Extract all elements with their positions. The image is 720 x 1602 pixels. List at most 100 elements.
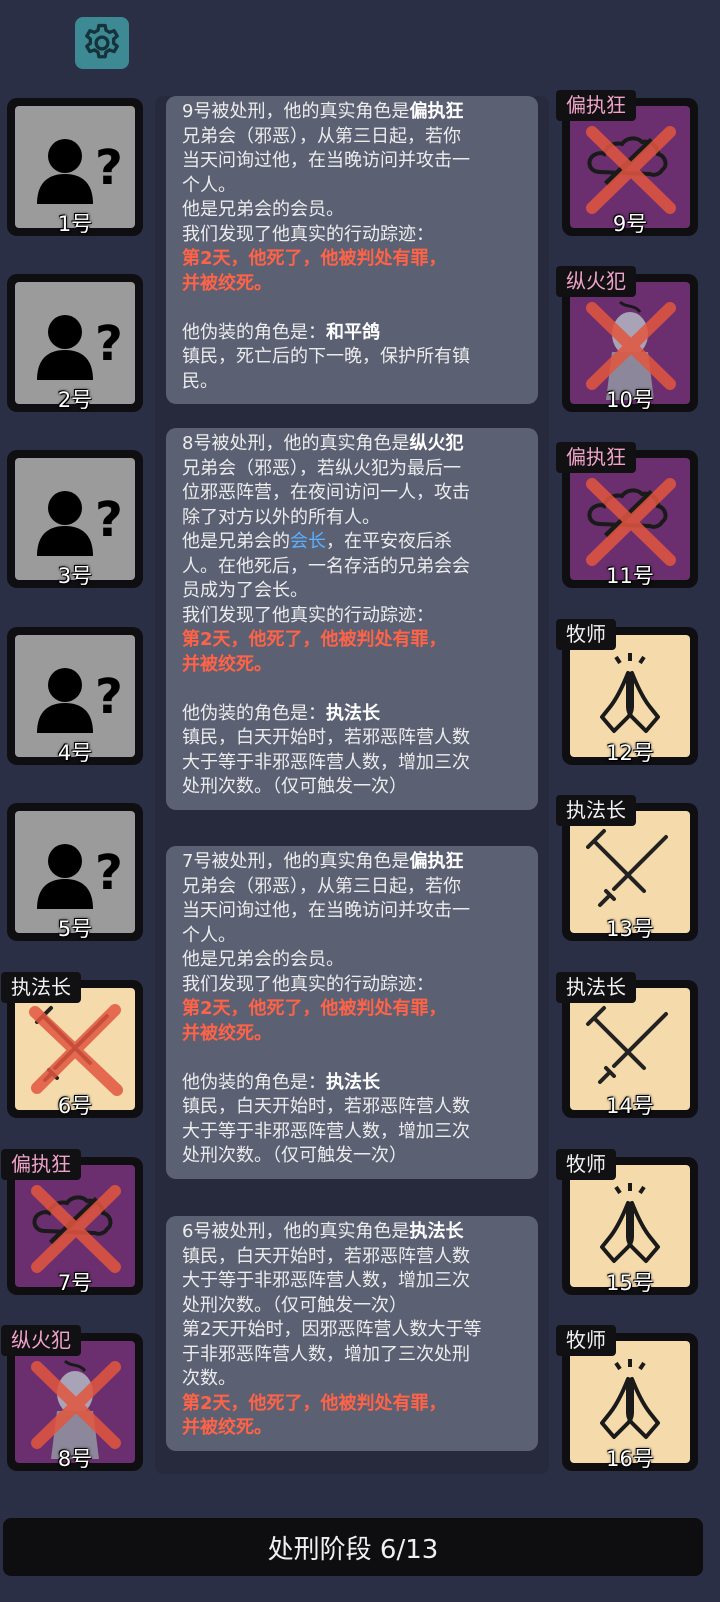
log-entry-9: 9号被处刑，他的真实角色是偏执狂 兄弟会（邪恶），从第三日起，若你 当天问询过他… <box>166 96 538 404</box>
log-text: 9号被处刑，他的真实角色是 <box>182 101 410 122</box>
log-text: 处刑次数。（仅可触发一次） <box>182 1145 407 1166</box>
player-number: 14号 <box>606 1094 654 1118</box>
player-number: 16号 <box>606 1447 654 1471</box>
log-text: 8号被处刑，他的真实角色是 <box>182 433 410 454</box>
player-slot-1[interactable]: ? 1号 <box>7 98 143 236</box>
role-tag: 执法长 <box>1 972 81 1003</box>
log-text: 他是兄弟会的 <box>182 531 290 552</box>
player-slot-3[interactable]: ? 3号 <box>7 450 143 588</box>
log-entry-8: 8号被处刑，他的真实角色是纵火犯 兄弟会（邪恶），若纵火犯为最后一 位邪恶阵营，… <box>166 428 538 810</box>
player-number: 5号 <box>57 917 93 941</box>
log-text: 处刑次数。（仅可触发一次） <box>182 1294 407 1316</box>
player-number: 12号 <box>606 741 654 765</box>
log-text: 他是兄弟会的会员。 <box>182 949 344 970</box>
player-slot-10[interactable]: 纵火犯 10号 <box>556 266 698 412</box>
log-text: ，在平安夜后杀 <box>326 531 452 552</box>
player-slot-13[interactable]: 执法长 13号 <box>556 795 698 941</box>
player-number: 1号 <box>57 212 93 236</box>
svg-text:?: ? <box>95 492 123 548</box>
player-slot-9[interactable]: 偏执狂 9号 <box>556 90 698 236</box>
log-text: 镇民，死亡后的下一晚，保护所有镇 <box>182 346 470 367</box>
log-entry-6: 6号被处刑，他的真实角色是执法长 镇民，白天开始时，若邪恶阵营人数 大于等于非邪… <box>166 1216 538 1451</box>
death-text: 并被绞死。 <box>182 272 272 294</box>
log-text: 7号被处刑，他的真实角色是 <box>182 851 410 872</box>
log-text: 大于等于非邪恶阵营人数，增加三次 <box>182 1120 470 1142</box>
log-text: 当天问询过他，在当晚访问并攻击一 <box>182 900 470 921</box>
log-text: 兄弟会（邪恶），从第三日起，若你 <box>182 875 461 897</box>
log-text: 镇民，白天开始时，若邪恶阵营人数 <box>182 1245 470 1267</box>
death-text: 第2天，他死了，他被判处有罪， <box>182 1392 447 1414</box>
settings-button[interactable] <box>75 17 129 69</box>
player-slot-2[interactable]: ? 2号 <box>7 274 143 412</box>
player-slot-15[interactable]: 牧师 15号 <box>556 1149 698 1295</box>
player-number: 10号 <box>606 388 654 412</box>
log-text: 他伪装的角色是： <box>182 321 326 343</box>
log-text: 我们发现了他真实的行动踪迹： <box>182 223 434 245</box>
log-text: 我们发现了他真实的行动踪迹： <box>182 604 434 626</box>
player-slot-12[interactable]: 牧师 12号 <box>556 619 698 765</box>
true-role: 偏执狂 <box>409 101 464 122</box>
log-text: 次数。 <box>182 1368 236 1389</box>
log-text: 个人。 <box>182 174 236 196</box>
log-text: 他伪装的角色是： <box>182 702 326 724</box>
log-text: 镇民，白天开始时，若邪恶阵营人数 <box>182 1096 470 1117</box>
player-slot-7[interactable]: 偏执狂 7号 <box>1 1149 143 1295</box>
true-role: 纵火犯 <box>409 433 464 454</box>
death-text: 并被绞死。 <box>182 1022 272 1044</box>
player-slot-11[interactable]: 偏执狂 11号 <box>556 442 698 588</box>
player-slot-8[interactable]: 纵火犯 8号 <box>1 1325 143 1471</box>
role-tag: 牧师 <box>556 619 616 650</box>
true-role: 偏执狂 <box>409 851 464 872</box>
log-text: 我们发现了他真实的行动踪迹： <box>182 973 434 995</box>
log-text: 处刑次数。（仅可触发一次） <box>182 776 407 797</box>
log-text: 大于等于非邪恶阵营人数，增加三次 <box>182 1270 470 1291</box>
leader-link[interactable]: 会长 <box>290 531 326 552</box>
svg-text:?: ? <box>95 140 123 196</box>
player-number: 4号 <box>57 741 93 765</box>
svg-text:?: ? <box>95 845 123 901</box>
log-text: 人。在他死后，一名存活的兄弟会会 <box>182 555 470 577</box>
role-tag: 执法长 <box>556 795 636 826</box>
player-number: 11号 <box>606 564 654 588</box>
disguise-role: 执法长 <box>326 1071 380 1093</box>
player-number: 9号 <box>612 212 648 236</box>
role-tag: 偏执狂 <box>556 90 636 121</box>
role-tag: 执法长 <box>556 972 636 1003</box>
gear-icon <box>85 23 119 59</box>
player-number: 7号 <box>57 1271 93 1295</box>
svg-text:?: ? <box>95 669 123 725</box>
player-slot-16[interactable]: 牧师 16号 <box>556 1325 698 1471</box>
death-text: 并被绞死。 <box>182 1417 272 1438</box>
log-text: 员成为了会长。 <box>182 580 308 601</box>
role-tag: 纵火犯 <box>1 1325 81 1356</box>
player-number: 3号 <box>57 564 93 588</box>
log-text: 大于等于非邪恶阵营人数，增加三次 <box>182 751 470 773</box>
role-tag: 牧师 <box>556 1149 616 1180</box>
log-text: 于非邪恶阵营人数，增加了三次处刑 <box>182 1343 470 1365</box>
log-text: 他是兄弟会的会员。 <box>182 199 344 220</box>
player-slot-14[interactable]: 执法长 14号 <box>556 972 698 1118</box>
log-text: 兄弟会（邪恶），若纵火犯为最后一 <box>182 457 461 479</box>
log-text: 民。 <box>182 370 218 392</box>
player-slot-6[interactable]: 执法长 6号 <box>1 972 143 1118</box>
role-tag: 偏执狂 <box>556 442 636 473</box>
true-role: 执法长 <box>409 1221 464 1242</box>
player-slot-4[interactable]: ? 4号 <box>7 627 143 765</box>
log-text: 第2天开始时，因邪恶阵营人数大于等 <box>182 1319 482 1340</box>
death-text: 第2天，他死了，他被判处有罪， <box>182 998 447 1019</box>
player-number: 2号 <box>57 388 93 412</box>
player-number: 6号 <box>57 1094 93 1118</box>
death-text: 第2天，他死了，他被判处有罪， <box>182 629 447 650</box>
player-number: 8号 <box>57 1447 93 1471</box>
log-entry-7: 7号被处刑，他的真实角色是偏执狂 兄弟会（邪恶），从第三日起，若你 当天问询过他… <box>166 846 538 1179</box>
phase-label: 处刑阶段 6/13 <box>267 1534 439 1565</box>
death-text: 并被绞死。 <box>182 653 272 675</box>
svg-text:?: ? <box>95 316 123 372</box>
log-text: 他伪装的角色是： <box>182 1071 326 1093</box>
log-text: 当天问询过他，在当晚访问并攻击一 <box>182 150 470 171</box>
player-slot-5[interactable]: ? 5号 <box>7 803 143 941</box>
log-text: 个人。 <box>182 924 236 946</box>
log-text: 6号被处刑，他的真实角色是 <box>182 1221 410 1242</box>
disguise-role: 执法长 <box>326 702 380 724</box>
player-number: 15号 <box>606 1271 654 1295</box>
